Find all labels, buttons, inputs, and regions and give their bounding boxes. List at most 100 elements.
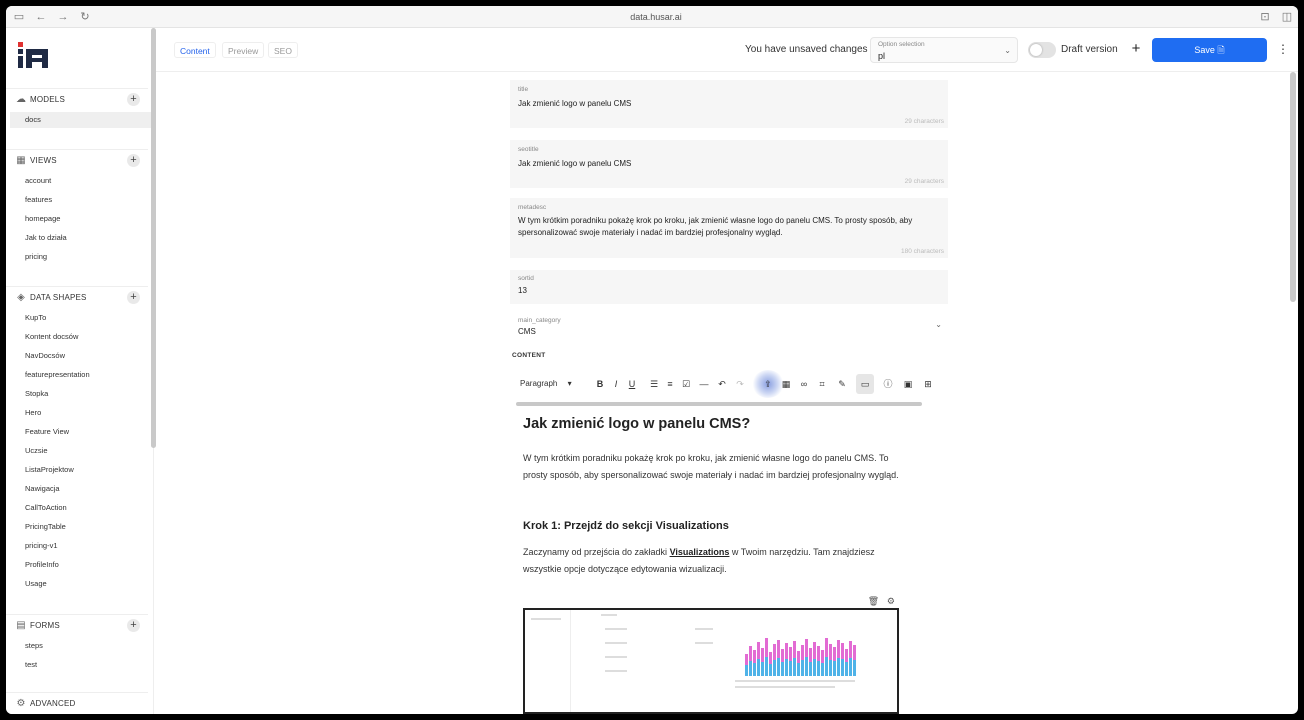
image-icon[interactable]: ▣ bbox=[902, 377, 914, 391]
forms-section-header[interactable]: ▤ FORMS + bbox=[6, 614, 148, 636]
chevron-down-icon: ⌄ bbox=[935, 320, 942, 329]
magic-wand-icon[interactable]: ✎ bbox=[836, 377, 848, 391]
section-title: ADVANCED bbox=[30, 699, 76, 708]
data-shapes-section-header[interactable]: ◈ DATA SHAPES + bbox=[6, 286, 148, 308]
reload-icon[interactable]: ↻ bbox=[78, 10, 92, 24]
section-title: FORMS bbox=[30, 621, 60, 630]
main-category-select[interactable]: CMS bbox=[518, 326, 943, 338]
bold-icon[interactable]: B bbox=[594, 377, 606, 391]
char-count: 29 characters bbox=[904, 178, 944, 185]
title-field[interactable]: title Jak zmienić logo w panelu CMS 29 c… bbox=[510, 80, 948, 128]
views-section-header[interactable]: ▦ VIEWS + bbox=[6, 149, 148, 171]
sidebar-item-uczsie[interactable]: Uczsie bbox=[25, 443, 48, 459]
draft-version-toggle[interactable] bbox=[1028, 42, 1056, 58]
sidebar-item-pricing[interactable]: pricing bbox=[25, 249, 47, 265]
add-form-button[interactable]: + bbox=[127, 619, 140, 632]
language-select[interactable]: Option selection pl ⌄ bbox=[870, 37, 1018, 63]
table-icon[interactable]: ▦ bbox=[780, 377, 792, 391]
thumb-bar-bottom bbox=[825, 657, 828, 676]
sidebar-item-jak-to-dziala[interactable]: Jak to działa bbox=[25, 230, 67, 246]
main-scrollbar[interactable] bbox=[1290, 72, 1296, 302]
sidebar-item-calltoaction[interactable]: CallToAction bbox=[25, 500, 67, 516]
sidebar-item-nawigacja[interactable]: Nawigacja bbox=[25, 481, 60, 497]
save-icon: 🗎 bbox=[1217, 45, 1225, 55]
italic-icon[interactable]: I bbox=[610, 377, 622, 391]
upload-icon[interactable]: ⇪ bbox=[762, 377, 774, 391]
address-bar[interactable]: data.husar.ai bbox=[566, 10, 746, 24]
paragraph-select[interactable]: Paragraph ▾ bbox=[520, 377, 584, 391]
title-input[interactable]: Jak zmienić logo w panelu CMS bbox=[518, 98, 943, 110]
metadesc-field[interactable]: metadesc W tym krótkim poradniku pokażę … bbox=[510, 198, 948, 258]
field-label: seotitle bbox=[518, 146, 539, 153]
sidebar-item-docs[interactable]: docs bbox=[10, 112, 152, 128]
checklist-icon[interactable]: ☑ bbox=[680, 377, 692, 391]
link-icon[interactable]: ∞ bbox=[798, 377, 810, 391]
forward-icon[interactable]: → bbox=[56, 10, 70, 24]
back-icon[interactable]: ← bbox=[34, 10, 48, 24]
tab-preview[interactable]: Preview bbox=[222, 42, 265, 58]
sidebar-item-hero[interactable]: Hero bbox=[25, 405, 41, 421]
sidebar-item-profileinfo[interactable]: ProfileInfo bbox=[25, 557, 59, 573]
numbered-list-icon[interactable]: ≡ bbox=[664, 377, 676, 391]
sidebar-item-feature-view[interactable]: Feature View bbox=[25, 424, 69, 440]
doc-heading: Jak zmienić logo w panelu CMS? bbox=[523, 416, 751, 432]
sidebar-item-listaprojektow[interactable]: ListaProjektow bbox=[25, 462, 74, 478]
redo-icon[interactable]: ↷ bbox=[734, 377, 746, 391]
add-view-button[interactable]: + bbox=[127, 154, 140, 167]
add-model-button[interactable]: + bbox=[127, 93, 140, 106]
undo-icon[interactable]: ↶ bbox=[716, 377, 728, 391]
horizontal-rule-icon[interactable]: — bbox=[698, 377, 710, 391]
export-icon[interactable]: ⊞ bbox=[922, 377, 934, 391]
sidebar-item-account[interactable]: account bbox=[25, 173, 51, 189]
sidebar-item-pricingtable[interactable]: PricingTable bbox=[25, 519, 66, 535]
bullet-list-icon[interactable]: ☰ bbox=[648, 377, 660, 391]
tab-content[interactable]: Content bbox=[174, 42, 216, 58]
sidebar-item-kupto[interactable]: KupTo bbox=[25, 310, 46, 326]
thumb-bar-bottom bbox=[801, 660, 804, 676]
sortid-input[interactable]: 13 bbox=[518, 285, 943, 297]
thumb-bar-bottom bbox=[765, 657, 768, 676]
sidebar-item-steps[interactable]: steps bbox=[25, 638, 43, 654]
sidebar-item-kontent-docsow[interactable]: Kontent docsów bbox=[25, 329, 78, 345]
sidebar-item-usage[interactable]: Usage bbox=[25, 576, 47, 592]
advanced-section-header[interactable]: ⚙ ADVANCED bbox=[6, 692, 148, 714]
seotitle-field[interactable]: seotitle Jak zmienić logo w panelu CMS 2… bbox=[510, 140, 948, 188]
gear-icon[interactable]: ⚙ bbox=[884, 595, 897, 608]
chevron-down-icon: ⌄ bbox=[1004, 46, 1011, 55]
screenshot-line bbox=[695, 642, 713, 644]
editor-main: title Jak zmienić logo w panelu CMS 29 c… bbox=[156, 72, 1289, 714]
more-options-icon[interactable]: ⋮ bbox=[1277, 40, 1289, 58]
models-section-header[interactable]: ☁ MODELS + bbox=[6, 88, 148, 110]
add-data-shape-button[interactable]: + bbox=[127, 291, 140, 304]
sidebar-item-navdocsow[interactable]: NavDocsów bbox=[25, 348, 65, 364]
sidebar-item-homepage[interactable]: homepage bbox=[25, 211, 60, 227]
sidebar-item-pricing-v1[interactable]: pricing-v1 bbox=[25, 538, 58, 554]
sidebar-item-featurepresentation[interactable]: featurepresentation bbox=[25, 367, 90, 383]
thumb-bar-bottom bbox=[761, 662, 764, 676]
screenshot-line bbox=[605, 628, 627, 630]
info-icon[interactable]: ⓘ bbox=[882, 377, 894, 391]
save-button[interactable]: Save 🗎 bbox=[1152, 38, 1267, 62]
monitor-icon[interactable]: ▭ bbox=[859, 377, 871, 391]
thumb-bar-bottom bbox=[853, 660, 856, 676]
seotitle-input[interactable]: Jak zmienić logo w panelu CMS bbox=[518, 158, 943, 170]
embed-icon[interactable]: ⌗ bbox=[816, 377, 828, 391]
add-button[interactable]: + bbox=[1128, 40, 1144, 58]
screenshot-line bbox=[605, 656, 627, 658]
sidebar-item-features[interactable]: features bbox=[25, 192, 52, 208]
metadesc-input[interactable]: W tym krótkim poradniku pokażę krok po k… bbox=[518, 215, 943, 239]
split-view-icon[interactable]: ◫ bbox=[1280, 10, 1294, 24]
step1-text-bold: Visualizations bbox=[669, 547, 730, 557]
sidebar-item-test[interactable]: test bbox=[25, 657, 37, 673]
main-category-field[interactable]: main_category CMS ⌄ bbox=[510, 312, 948, 342]
thumb-bar-bottom bbox=[757, 659, 760, 676]
sidebar-toggle-icon[interactable]: ▭ bbox=[12, 10, 26, 24]
field-label: main_category bbox=[518, 317, 561, 324]
sortid-field[interactable]: sortid 13 bbox=[510, 270, 948, 304]
sidebar-item-stopka[interactable]: Stopka bbox=[25, 386, 48, 402]
tab-seo[interactable]: SEO bbox=[268, 42, 298, 58]
underline-icon[interactable]: U bbox=[626, 377, 638, 391]
extensions-icon[interactable]: ⊡ bbox=[1258, 10, 1272, 24]
trash-icon[interactable]: 🗑 bbox=[867, 595, 880, 608]
embedded-screenshot-image[interactable] bbox=[523, 608, 899, 714]
